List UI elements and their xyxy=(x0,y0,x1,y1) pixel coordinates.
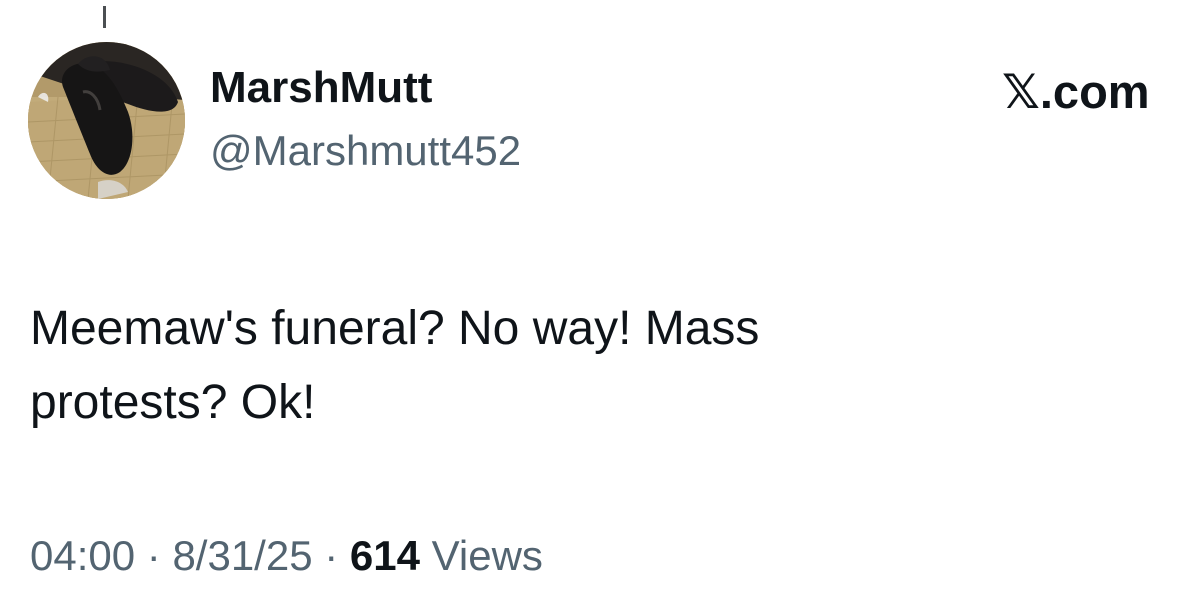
views-label: Views xyxy=(419,532,543,579)
tweet-time[interactable]: 04:00 xyxy=(30,532,135,579)
display-name[interactable]: MarshMutt xyxy=(210,62,432,114)
meta-separator: · xyxy=(135,532,173,579)
tweet-meta: 04:00 · 8/31/25 · 614 Views xyxy=(30,528,543,584)
views-count[interactable]: 614 xyxy=(350,532,420,579)
tweet-date[interactable]: 8/31/25 xyxy=(172,532,312,579)
user-handle[interactable]: @Marshmutt452 xyxy=(210,126,521,176)
x-logo-icon: 𝕏.com xyxy=(1002,65,1150,118)
dog-avatar-icon xyxy=(28,42,185,199)
avatar[interactable] xyxy=(28,42,185,199)
thread-connector-line xyxy=(103,6,106,28)
tweet-text: Meemaw's funeral? No way! Mass protests?… xyxy=(30,302,760,429)
meta-separator: · xyxy=(312,532,350,579)
